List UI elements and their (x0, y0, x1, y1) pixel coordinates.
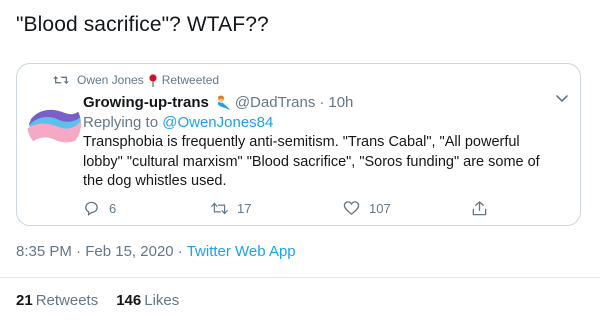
tweet-meta: 8:35 PM · Feb 15, 2020 · Twitter Web App (16, 243, 296, 260)
reply-icon (85, 201, 98, 216)
retweet-count: 17 (237, 201, 252, 216)
author-line: Growing-up-trans @DadTrans · 10h (83, 94, 563, 111)
tweet-text: "Blood sacrifice"? WTAF?? (16, 13, 269, 36)
like-count: 107 (369, 201, 391, 216)
reply-button[interactable]: 6 (83, 200, 116, 217)
retweet-icon (53, 76, 69, 84)
author-handle[interactable]: @DadTrans (235, 94, 316, 111)
retweet-button[interactable]: 17 (211, 200, 251, 217)
heart-icon (343, 201, 360, 216)
reply-count: 6 (109, 201, 117, 216)
avatar[interactable] (27, 97, 81, 151)
divider (0, 277, 600, 278)
tweet-time[interactable]: 8:35 PM (16, 243, 72, 260)
quoted-tweet-body: Growing-up-trans @DadTrans · 10h Replyin… (83, 94, 563, 192)
quoted-tweet-card[interactable]: Owen Jones Retweeted Growing-up-trans @D… (16, 63, 581, 226)
retweets-count: 21 (16, 292, 33, 309)
share-icon (472, 201, 487, 216)
like-button[interactable]: 107 (343, 200, 391, 217)
retweeted-by-line: Owen Jones Retweeted (53, 73, 219, 87)
likes-label: Likes (144, 292, 180, 309)
tweet-date[interactable]: Feb 15, 2020 (85, 243, 173, 260)
replying-to-mention[interactable]: @OwenJones84 (162, 114, 273, 131)
quoted-time[interactable]: 10h (328, 94, 353, 111)
author-name[interactable]: Growing-up-trans (83, 94, 209, 111)
replying-to-line: Replying to @OwenJones84 (83, 114, 563, 131)
rose-icon (149, 73, 157, 87)
engagement-stats: 21 Retweets 146 Likes (16, 292, 179, 309)
meta-separator: · (76, 243, 82, 260)
retweets-stat[interactable]: 21 Retweets (16, 292, 98, 309)
meta-separator: · (177, 243, 183, 260)
chevron-down-icon[interactable] (555, 94, 569, 104)
quoted-tweet-text: Transphobia is frequently anti-semitism.… (83, 134, 540, 189)
retweet-icon (211, 202, 228, 215)
time-separator: · (319, 94, 325, 111)
likes-count: 146 (116, 292, 142, 309)
action-bar: 6 17 107 (83, 200, 503, 220)
retweets-label: Retweets (35, 292, 99, 309)
avatar-image (27, 97, 81, 151)
retweeted-label: Retweeted (161, 73, 220, 87)
likes-stat[interactable]: 146 Likes (116, 292, 179, 309)
retweeter-name[interactable]: Owen Jones (77, 73, 144, 87)
share-button[interactable] (471, 200, 488, 217)
mermaid-emoji-icon (217, 95, 230, 110)
replying-label: Replying to (83, 114, 159, 131)
tweet-source-link[interactable]: Twitter Web App (187, 243, 296, 260)
